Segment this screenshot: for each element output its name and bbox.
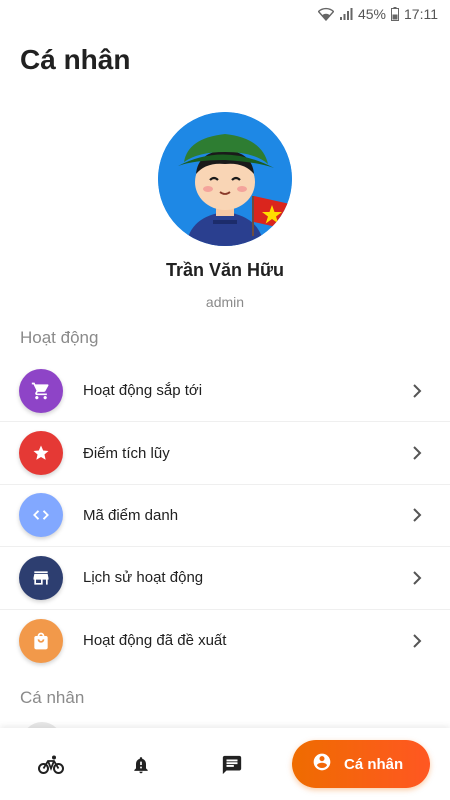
battery-icon xyxy=(391,7,399,21)
menu-item-proposed-activities[interactable]: Hoạt động đã đề xuất xyxy=(0,610,450,672)
menu-item-activity-history[interactable]: Lịch sử hoạt động xyxy=(0,547,450,610)
chevron-right-icon xyxy=(410,634,424,648)
notification-alert-icon[interactable] xyxy=(128,752,154,778)
message-icon[interactable] xyxy=(219,752,245,778)
menu-item-reward-points[interactable]: Điểm tích lũy xyxy=(0,422,450,485)
cart-icon xyxy=(19,368,63,413)
avatar[interactable] xyxy=(158,112,292,246)
code-icon xyxy=(19,493,63,538)
star-icon xyxy=(19,431,63,476)
signal-icon xyxy=(339,7,353,21)
account-circle-icon xyxy=(312,752,332,777)
page-title: Cá nhân xyxy=(20,44,131,75)
bottom-nav: Cá nhân xyxy=(0,728,450,800)
activity-menu: Hoạt động sắp tới Điểm tích lũy Mã điểm … xyxy=(0,360,450,672)
menu-item-label: Hoạt động đã đề xuất xyxy=(83,632,227,650)
section-header-activity: Hoạt động xyxy=(20,328,99,347)
user-role: admin xyxy=(205,294,245,310)
menu-item-upcoming-activities[interactable]: Hoạt động sắp tới xyxy=(0,360,450,423)
status-bar: 45% 17:11 xyxy=(0,0,450,28)
chevron-right-icon xyxy=(410,383,424,398)
section-header-personal: Cá nhân xyxy=(20,688,85,707)
user-name: Trần Văn Hữu xyxy=(165,260,285,280)
menu-item-label: Mã điểm danh xyxy=(83,506,179,524)
store-icon xyxy=(19,555,63,600)
bicycle-icon[interactable] xyxy=(38,752,64,778)
chevron-right-icon xyxy=(410,571,424,585)
wifi-icon xyxy=(317,7,334,21)
nav-profile-tab[interactable]: Cá nhân xyxy=(292,740,430,788)
chevron-right-icon xyxy=(410,446,424,460)
clock: 17:11 xyxy=(404,6,438,22)
battery-percent: 45% xyxy=(357,6,386,22)
menu-item-label: Lịch sử hoạt động xyxy=(83,569,204,587)
menu-item-attendance-code[interactable]: Mã điểm danh xyxy=(0,485,450,548)
menu-item-label: Hoạt động sắp tới xyxy=(83,382,203,400)
bag-icon xyxy=(19,618,63,663)
menu-item-label: Điểm tích lũy xyxy=(83,444,170,462)
chevron-right-icon xyxy=(410,508,424,523)
nav-profile-label: Cá nhân xyxy=(344,755,404,773)
